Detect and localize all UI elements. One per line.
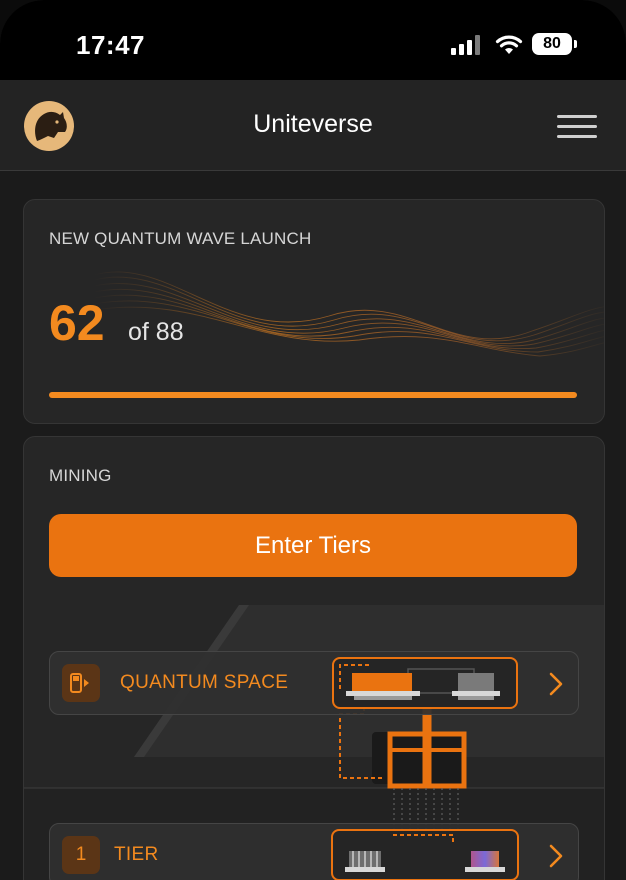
launch-total: of 88 [128,318,184,346]
launch-label: NEW QUANTUM WAVE LAUNCH [49,229,312,248]
battery-level: 80 [543,35,561,52]
battery-icon: 80 [532,33,572,55]
tier-badge: 1 [62,836,100,874]
tier-label: TIER [114,844,159,865]
tier-1-thumbnail [331,829,519,880]
quantum-space-thumbnail [332,657,518,709]
battery-tip [574,40,577,48]
launch-progress-fill [49,392,577,398]
status-time: 17:47 [76,30,145,60]
wifi-icon [495,35,523,54]
status-bar: 17:47 80 [0,0,626,80]
chevron-right-icon[interactable] [548,843,564,869]
tier-1-row[interactable]: 1 TIER [49,823,579,880]
mining-card: MINING Enter Tiers QUANTUM SPACE 1 TIER [23,436,605,880]
quantum-wave-graphic [94,271,604,357]
app-title: Uniteverse [253,110,373,138]
hamburger-menu-icon[interactable] [557,115,597,139]
chevron-right-icon[interactable] [548,671,564,697]
quantum-space-row[interactable]: QUANTUM SPACE [49,651,579,715]
launch-count: 62 [49,295,105,351]
mining-label: MINING [49,466,112,485]
enter-tiers-button[interactable]: Enter Tiers [49,514,577,577]
phone-screen: 17:47 80 Uniteverse NEW QUANTUM WAVE LAU… [0,0,626,880]
launch-card: NEW QUANTUM WAVE LAUNCH 62 of 88 [23,199,605,424]
quantum-space-label: QUANTUM SPACE [120,672,289,693]
signal-icon [451,35,483,55]
fuel-pump-icon [62,664,100,702]
app-header: Uniteverse [0,80,626,171]
launch-progress-track [49,392,577,398]
